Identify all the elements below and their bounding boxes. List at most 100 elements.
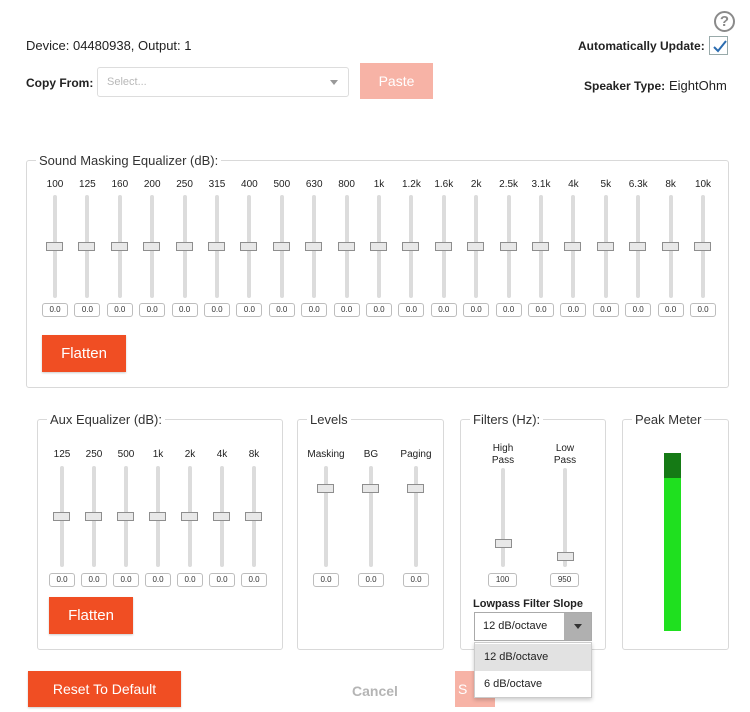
level-slider-thumb[interactable] <box>362 484 379 493</box>
lowpass-slope-label: Lowpass Filter Slope <box>473 598 584 610</box>
aux-slider-thumb[interactable] <box>181 512 198 521</box>
eq-value-input[interactable]: 0.0 <box>268 303 295 317</box>
eq-slider-thumb[interactable] <box>143 242 161 251</box>
level-label: Masking <box>307 449 345 460</box>
eq-value-input[interactable]: 0.0 <box>236 303 263 317</box>
eq-slider-thumb[interactable] <box>499 242 517 251</box>
eq-slider-thumb[interactable] <box>110 242 128 251</box>
eq-slider-thumb[interactable] <box>272 242 290 251</box>
eq-slider-thumb[interactable] <box>532 242 549 251</box>
eq-value-input[interactable]: 0.0 <box>301 303 328 317</box>
speaker-type-value: EightOhm <box>669 78 727 93</box>
levels-title: Levels <box>310 412 348 427</box>
level-label: BG <box>363 449 379 460</box>
eq-value-input[interactable]: 0.0 <box>560 303 587 317</box>
eq-slider-thumb[interactable] <box>78 242 96 251</box>
low-pass-slider-thumb[interactable] <box>557 552 574 561</box>
eq-value-input[interactable]: 0.0 <box>204 303 230 317</box>
aux-value-input[interactable]: 0.0 <box>145 573 171 587</box>
eq-value-input[interactable]: 0.0 <box>690 303 716 317</box>
aux-slider-thumb[interactable] <box>213 512 230 521</box>
eq-value-input[interactable]: 0.0 <box>171 303 198 317</box>
eq-value-input[interactable]: 0.0 <box>42 303 68 317</box>
aux-value-input[interactable]: 0.0 <box>81 573 107 587</box>
dropdown-button[interactable] <box>564 613 591 640</box>
eq-slider-thumb[interactable] <box>661 242 679 251</box>
eq-value-input[interactable]: 0.0 <box>495 303 522 317</box>
copy-from-select[interactable]: Select... <box>97 67 349 97</box>
level-slider-track[interactable] <box>369 466 373 567</box>
high-pass-slider-track[interactable] <box>501 468 505 567</box>
low-pass-value[interactable]: 950 <box>550 573 579 587</box>
aux-value-input[interactable]: 0.0 <box>209 573 235 587</box>
eq-value-input[interactable]: 0.0 <box>430 303 457 317</box>
aux-flatten-button[interactable]: Flatten <box>49 597 133 634</box>
aux-slider-thumb[interactable] <box>117 512 134 521</box>
level-slider-thumb[interactable] <box>317 484 334 493</box>
level-value-input[interactable]: 0.0 <box>403 573 429 587</box>
aux-value-input[interactable]: 0.0 <box>241 573 267 587</box>
aux-slider-thumb[interactable] <box>245 512 262 521</box>
eq-value-input[interactable]: 0.0 <box>528 303 554 317</box>
aux-eq-title: Aux Equalizer (dB): <box>50 412 162 427</box>
eq-slider-thumb[interactable] <box>596 242 614 251</box>
eq-slider-thumb[interactable] <box>402 242 420 251</box>
slope-option-6db[interactable]: 6 dB/octave <box>475 671 591 698</box>
eq-value-input[interactable]: 0.0 <box>657 303 684 317</box>
eq-value-input[interactable]: 0.0 <box>463 303 490 317</box>
eq-value-input[interactable]: 0.0 <box>333 303 360 317</box>
high-pass-slider-thumb[interactable] <box>495 539 512 548</box>
filters-title: Filters (Hz): <box>473 412 541 427</box>
lowpass-slope-value: 12 dB/octave <box>483 620 548 632</box>
eq-slider-thumb[interactable] <box>434 242 452 251</box>
eq-slider-thumb[interactable] <box>370 242 387 251</box>
eq-slider-thumb[interactable] <box>240 242 258 251</box>
eq-slider-thumb[interactable] <box>305 242 323 251</box>
eq-value-input[interactable]: 0.0 <box>106 303 133 317</box>
peak-meter-bar <box>664 453 681 631</box>
help-icon[interactable]: ? <box>714 11 735 32</box>
high-pass-value[interactable]: 100 <box>488 573 517 587</box>
aux-value-input[interactable]: 0.0 <box>113 573 139 587</box>
eq-value-input[interactable]: 0.0 <box>625 303 652 317</box>
aux-band-label: 8k <box>248 449 260 460</box>
low-pass-label: Low Pass <box>553 443 577 466</box>
eq-value-input[interactable]: 0.0 <box>74 303 101 317</box>
level-value-input[interactable]: 0.0 <box>358 573 384 587</box>
eq-slider-thumb[interactable] <box>337 242 355 251</box>
eq-slider-thumb[interactable] <box>46 242 63 251</box>
eq-slider-thumb[interactable] <box>694 242 711 251</box>
high-pass-label: High Pass <box>491 443 515 466</box>
level-slider-track[interactable] <box>324 466 328 567</box>
eq-value-input[interactable]: 0.0 <box>139 303 166 317</box>
eq-value-input[interactable]: 0.0 <box>398 303 425 317</box>
eq-slider-thumb[interactable] <box>208 242 225 251</box>
level-slider-thumb[interactable] <box>407 484 424 493</box>
aux-slider-thumb[interactable] <box>85 512 102 521</box>
eq-value-input[interactable]: 0.0 <box>592 303 619 317</box>
sound-masking-eq-title: Sound Masking Equalizer (dB): <box>39 153 219 168</box>
eq-slider-thumb[interactable] <box>175 242 193 251</box>
aux-value-input[interactable]: 0.0 <box>49 573 75 587</box>
copy-from-label: Copy From: <box>26 76 94 90</box>
lowpass-slope-dropdown: 12 dB/octave 6 dB/octave <box>474 642 592 698</box>
reset-to-default-button[interactable]: Reset To Default <box>28 671 181 707</box>
checkmark-icon <box>713 40 727 53</box>
eq-slider-thumb[interactable] <box>629 242 647 251</box>
aux-value-input[interactable]: 0.0 <box>177 573 203 587</box>
cancel-button[interactable]: Cancel <box>342 680 408 702</box>
eq-value-input[interactable]: 0.0 <box>366 303 392 317</box>
aux-slider-thumb[interactable] <box>53 512 70 521</box>
lowpass-slope-select[interactable]: 12 dB/octave <box>474 612 592 641</box>
paste-button[interactable]: Paste <box>360 63 433 99</box>
eq-slider-thumb[interactable] <box>564 242 582 251</box>
slope-option-12db[interactable]: 12 dB/octave <box>475 644 591 671</box>
copy-from-placeholder: Select... <box>107 76 147 88</box>
sound-masking-flatten-button[interactable]: Flatten <box>42 335 126 372</box>
level-value-input[interactable]: 0.0 <box>313 573 339 587</box>
eq-slider-thumb[interactable] <box>467 242 485 251</box>
aux-slider-thumb[interactable] <box>149 512 166 521</box>
level-slider-track[interactable] <box>414 466 418 567</box>
level-label: Paging <box>400 449 432 460</box>
auto-update-checkbox[interactable] <box>709 36 728 55</box>
